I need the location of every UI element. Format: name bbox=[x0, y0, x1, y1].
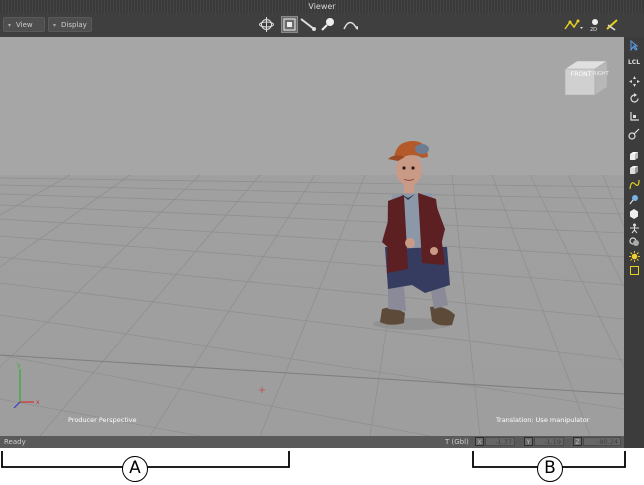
sphere-icon[interactable] bbox=[626, 208, 642, 220]
brush-icon[interactable] bbox=[300, 16, 317, 33]
2d-icon[interactable]: 2D bbox=[587, 16, 602, 33]
window-title: Viewer bbox=[308, 2, 336, 11]
zoom-icon[interactable] bbox=[320, 16, 337, 33]
translate-icon[interactable] bbox=[281, 16, 298, 33]
dropdown-icon: ▾ bbox=[8, 22, 12, 29]
status-text: Ready bbox=[4, 438, 26, 446]
dropdown-icon: ▾ bbox=[53, 22, 57, 29]
view-cube bbox=[564, 60, 608, 96]
viewport-scene: x y bbox=[0, 60, 624, 436]
lcl-label[interactable]: LCL bbox=[626, 56, 642, 68]
z-value-field[interactable]: -90.24 bbox=[583, 437, 621, 446]
y-axis-label: Y bbox=[524, 437, 533, 446]
svg-text:2D: 2D bbox=[590, 27, 597, 32]
arc-icon[interactable] bbox=[342, 16, 359, 33]
pointer-icon[interactable] bbox=[626, 39, 642, 51]
light-icon[interactable] bbox=[626, 193, 642, 205]
camera-icon[interactable] bbox=[626, 236, 642, 248]
display-menu-label: Display bbox=[61, 21, 87, 29]
callout-b: B bbox=[537, 456, 563, 482]
x-axis-label: X bbox=[475, 437, 484, 446]
graph-icon[interactable] bbox=[563, 16, 585, 33]
cube-icon[interactable] bbox=[626, 150, 642, 162]
right-toolbar: LCL bbox=[624, 37, 644, 448]
viewer-window: Viewer ▾ View ▾ Display 2D x y FRONT RIG… bbox=[0, 0, 644, 448]
svg-text:y: y bbox=[17, 362, 21, 369]
frame-icon[interactable] bbox=[626, 264, 642, 276]
callout-a: A bbox=[122, 456, 148, 482]
camera-label: Producer Perspective bbox=[68, 416, 137, 424]
svg-text:x: x bbox=[36, 399, 40, 406]
view-cube-right-label[interactable]: RIGHT bbox=[593, 71, 609, 77]
status-bar: Ready T (Gbl) X -1.37 Y -1.19 Z -90.24 bbox=[0, 436, 624, 448]
sun-icon[interactable] bbox=[626, 250, 642, 262]
manipulator-icon[interactable] bbox=[626, 128, 642, 140]
cube-shaded-icon[interactable] bbox=[626, 164, 642, 176]
z-axis-label: Z bbox=[573, 437, 582, 446]
viewer-toolbar: ▾ View ▾ Display 2D bbox=[0, 13, 644, 37]
curve-icon[interactable] bbox=[626, 178, 642, 190]
orbit-icon[interactable] bbox=[258, 16, 275, 33]
skeleton-icon[interactable] bbox=[626, 222, 642, 234]
pen-icon[interactable] bbox=[604, 16, 620, 33]
y-value-field[interactable]: -1.19 bbox=[534, 437, 564, 446]
view-menu-label: View bbox=[16, 21, 33, 29]
display-menu-button[interactable]: ▾ Display bbox=[48, 17, 92, 32]
x-value-field[interactable]: -1.37 bbox=[485, 437, 515, 446]
transform-mode-label: T (Gbl) bbox=[445, 438, 469, 446]
view-menu-button[interactable]: ▾ View bbox=[3, 17, 45, 32]
title-bar: Viewer bbox=[0, 0, 644, 13]
3d-viewport[interactable]: x y FRONT RIGHT Producer Perspective Tra… bbox=[0, 37, 624, 436]
view-cube-front-label[interactable]: FRONT bbox=[566, 71, 596, 78]
scale-icon[interactable] bbox=[626, 110, 642, 122]
move-icon[interactable] bbox=[626, 75, 642, 87]
manipulator-hint: Translation: Use manipulator bbox=[496, 416, 590, 424]
rotate-icon[interactable] bbox=[626, 92, 642, 104]
